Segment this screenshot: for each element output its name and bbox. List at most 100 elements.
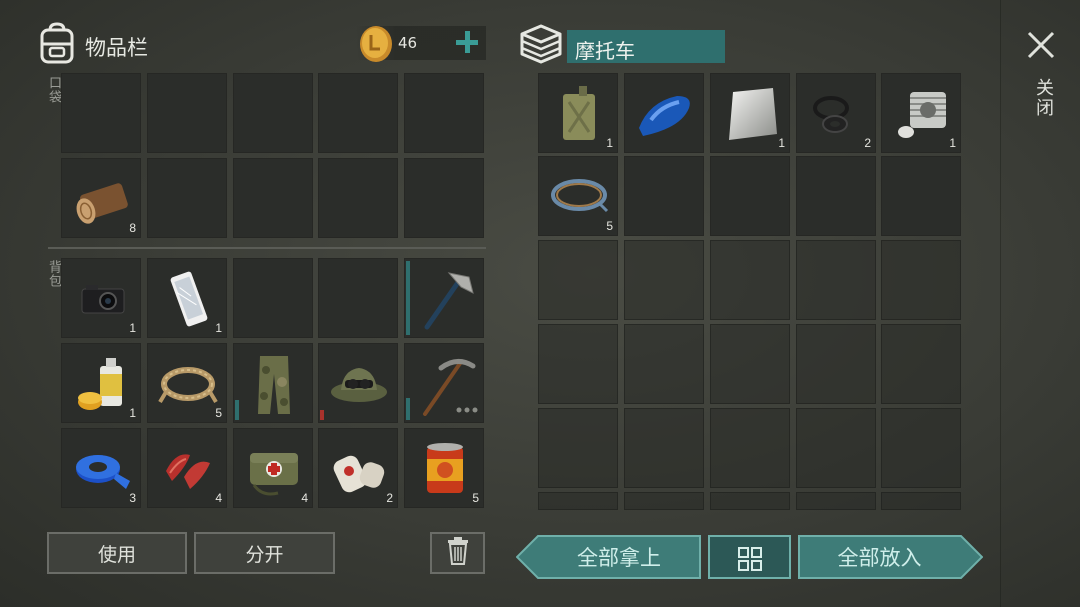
container-slot[interactable] (881, 324, 961, 404)
trash-button[interactable] (430, 532, 485, 574)
container-slot[interactable] (538, 240, 618, 320)
duct-tape-icon (70, 437, 134, 501)
container-slot-metal-plate[interactable]: 1 (710, 73, 790, 153)
item-count: 1 (778, 136, 785, 150)
pocket-slot-log[interactable]: 8 (61, 158, 141, 238)
item-count: 8 (129, 221, 136, 235)
container-slot[interactable] (624, 492, 704, 510)
raw-meat-icon (156, 437, 220, 501)
backpack-slot-duct-tape[interactable]: 3 (61, 428, 141, 508)
container-title-field[interactable]: 摩托车 (567, 30, 725, 63)
split-button[interactable]: 分开 (194, 532, 335, 574)
container-slot[interactable] (796, 492, 876, 510)
durability-bar (235, 400, 239, 420)
container-slot[interactable] (710, 492, 790, 510)
fuel-tank-icon (633, 82, 697, 146)
sort-button[interactable] (708, 535, 791, 579)
container-slot[interactable] (710, 408, 790, 488)
section-divider (48, 247, 486, 249)
inventory-title: 物品栏 (85, 36, 148, 60)
container-slot[interactable] (710, 156, 790, 236)
close-button[interactable]: 关闭 (1022, 28, 1062, 128)
container-title: 摩托车 (575, 39, 635, 63)
container-slot[interactable] (796, 324, 876, 404)
container-slot[interactable] (624, 408, 704, 488)
backpack-slot-bandage[interactable]: 2 (318, 428, 398, 508)
pocket-slot[interactable] (61, 73, 141, 153)
pocket-slot[interactable] (147, 158, 227, 238)
item-count: 1 (129, 406, 136, 420)
item-count: 5 (606, 219, 613, 233)
bandage-icon (327, 437, 391, 501)
container-slot[interactable] (624, 240, 704, 320)
backpack-slot-camera[interactable]: 1 (61, 258, 141, 338)
backpack-slot-rope[interactable]: 5 (147, 343, 227, 423)
item-count: 1 (129, 321, 136, 335)
wire-icon (547, 165, 611, 229)
backpack-slot-first-aid-bag[interactable]: 4 (233, 428, 313, 508)
item-count: 3 (129, 491, 136, 505)
pocket-slot[interactable] (404, 73, 484, 153)
first-aid-bag-icon (242, 437, 306, 501)
backpack-slot-camo-hat[interactable] (318, 343, 398, 423)
container-slot[interactable] (538, 408, 618, 488)
take-all-button[interactable]: 全部拿上 (516, 535, 701, 579)
item-count: 4 (215, 491, 222, 505)
backpack-slot-smartphone[interactable]: 1 (147, 258, 227, 338)
more-options-icon[interactable] (455, 399, 479, 418)
container-slot-fuel-tank[interactable] (624, 73, 704, 153)
container-slot[interactable] (881, 408, 961, 488)
item-count: 2 (386, 491, 393, 505)
container-slot-jerrycan[interactable]: 1 (538, 73, 618, 153)
container-slot[interactable] (710, 240, 790, 320)
item-count: 2 (864, 136, 871, 150)
pocket-slot[interactable] (233, 73, 313, 153)
pocket-slot[interactable] (318, 73, 398, 153)
use-button[interactable]: 使用 (47, 532, 187, 574)
put-all-button[interactable]: 全部放入 (798, 535, 983, 579)
gaskets-icon (805, 82, 869, 146)
backpack-slot-spray-paint[interactable]: 1 (61, 343, 141, 423)
backpack-slot-raw-meat[interactable]: 4 (147, 428, 227, 508)
camo-pants-icon (242, 352, 306, 416)
pocket-slot[interactable] (404, 158, 484, 238)
container-slot[interactable] (881, 492, 961, 510)
backpack-slot[interactable] (318, 258, 398, 338)
inventory-header: 物品栏 46 (38, 20, 488, 70)
container-slot-gaskets[interactable]: 2 (796, 73, 876, 153)
pocket-slot[interactable] (147, 73, 227, 153)
durability-bar (320, 410, 324, 420)
take-all-label: 全部拿上 (577, 546, 661, 570)
camo-hat-icon (327, 352, 391, 416)
container-slot[interactable] (538, 324, 618, 404)
jerrycan-icon (547, 82, 611, 146)
container-slot[interactable] (624, 156, 704, 236)
backpack-slot[interactable] (233, 258, 313, 338)
backpack-slot-axe[interactable] (404, 258, 484, 338)
container-slot[interactable] (710, 324, 790, 404)
item-count: 1 (949, 136, 956, 150)
backpack-icon (38, 22, 76, 68)
durability-bar (406, 261, 410, 335)
add-coins-button[interactable] (452, 27, 482, 61)
pocket-slot[interactable] (233, 158, 313, 238)
put-all-label: 全部放入 (837, 546, 922, 570)
engine-cylinder-icon (890, 82, 954, 146)
container-slot-wire[interactable]: 5 (538, 156, 618, 236)
container-slot[interactable] (881, 156, 961, 236)
container-slot[interactable] (624, 324, 704, 404)
backpack-slot-camo-pants[interactable] (233, 343, 313, 423)
close-label: 关闭 (1033, 78, 1054, 118)
container-slot[interactable] (881, 240, 961, 320)
container-slot[interactable] (796, 240, 876, 320)
item-count: 5 (472, 491, 479, 505)
container-slot[interactable] (796, 156, 876, 236)
container-slot[interactable] (538, 492, 618, 510)
pocket-slot[interactable] (318, 158, 398, 238)
container-slot[interactable] (796, 408, 876, 488)
container-slot-engine-cylinder[interactable]: 1 (881, 73, 961, 153)
canned-food-icon (413, 437, 477, 501)
backpack-slot-pickaxe[interactable] (404, 343, 484, 423)
coin-icon (358, 24, 394, 68)
backpack-slot-canned-food[interactable]: 5 (404, 428, 484, 508)
